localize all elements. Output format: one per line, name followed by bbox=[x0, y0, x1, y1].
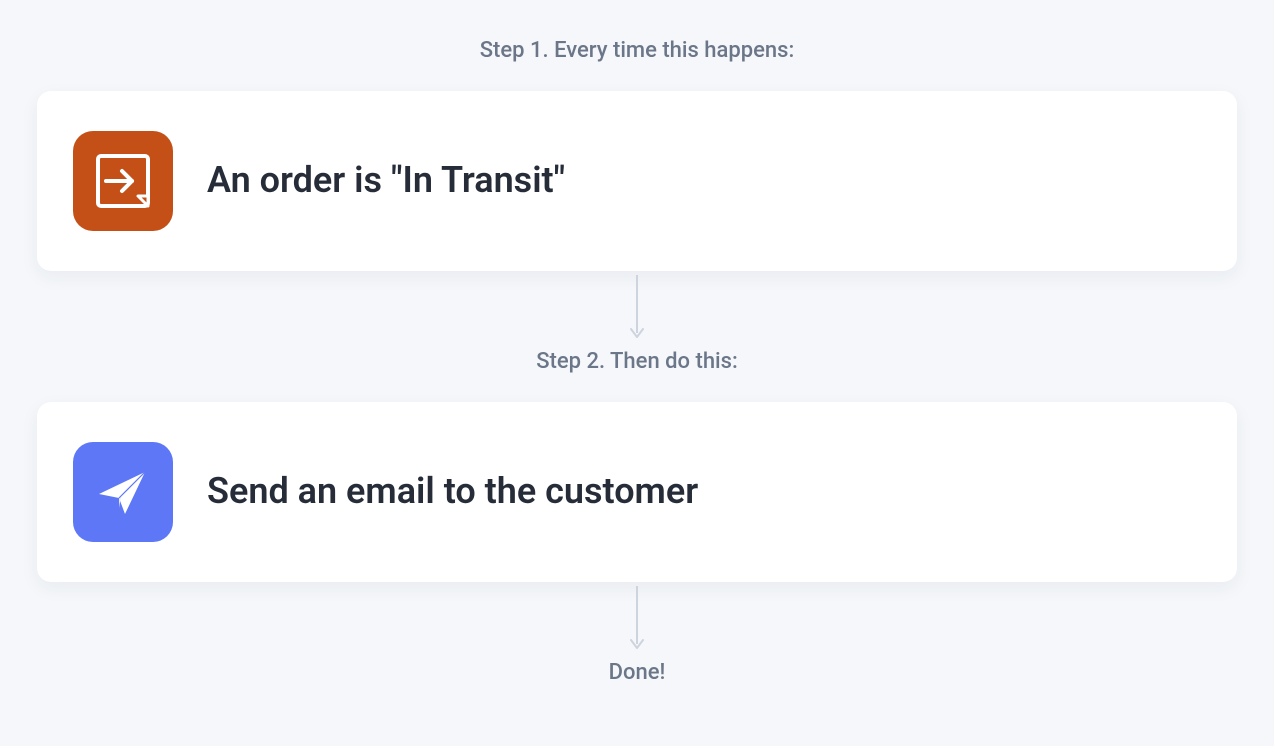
paper-plane-icon bbox=[73, 442, 173, 542]
box-arrow-icon bbox=[73, 131, 173, 231]
trigger-card[interactable]: An order is "In Transit" bbox=[37, 91, 1237, 271]
trigger-title: An order is "In Transit" bbox=[207, 159, 565, 202]
done-label: Done! bbox=[609, 660, 666, 685]
step2-label: Step 2. Then do this: bbox=[536, 349, 738, 374]
connector-arrow bbox=[627, 275, 647, 345]
connector-arrow-2 bbox=[627, 586, 647, 656]
action-title: Send an email to the customer bbox=[207, 470, 698, 513]
step1-label: Step 1. Every time this happens: bbox=[480, 38, 795, 63]
action-card[interactable]: Send an email to the customer bbox=[37, 402, 1237, 582]
